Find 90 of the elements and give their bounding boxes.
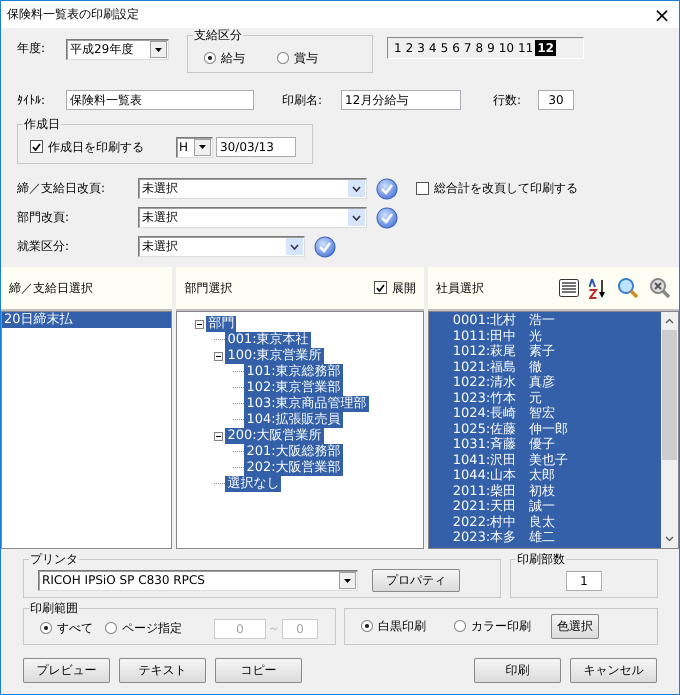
action-button[interactable]: キャンセル — [570, 658, 657, 683]
text-field[interactable]: 30 — [538, 90, 574, 110]
tree-item[interactable]: 部門 — [206, 316, 236, 332]
radio-button[interactable]: すべて — [40, 621, 93, 636]
month-tab[interactable]: 11 — [516, 40, 536, 56]
list-view-icon — [559, 279, 579, 297]
month-tab[interactable]: 1 — [392, 40, 404, 56]
month-tab[interactable]: 6 — [450, 40, 462, 56]
panel-title: 締／支給日選択 — [9, 280, 93, 296]
group-label: 作成日 — [23, 117, 61, 131]
field-label: 印刷名: — [282, 92, 324, 108]
check-icon — [376, 178, 398, 200]
scroll-up-icon — [665, 318, 674, 324]
tree-item[interactable]: 202:大阪営業部 — [244, 460, 343, 476]
group-label: 支給区分 — [193, 28, 243, 42]
search-icon — [617, 277, 639, 299]
dropdown[interactable]: 未選択 — [138, 236, 305, 257]
scrollbar[interactable] — [661, 312, 678, 548]
month-tab[interactable]: 3 — [415, 40, 427, 56]
radio-button[interactable]: ページ指定 — [105, 621, 182, 636]
text-field[interactable]: 保険料一覧表 — [66, 90, 254, 110]
action-button[interactable]: 印刷 — [474, 658, 561, 683]
tree-item[interactable]: 201:大阪総務部 — [244, 444, 343, 460]
radio-button[interactable]: 賞与 — [277, 50, 318, 66]
month-tab[interactable]: 7 — [462, 40, 474, 56]
month-tab[interactable]: 9 — [485, 40, 497, 56]
checkbox[interactable]: 総合計を改頁して印刷する — [416, 181, 578, 196]
month-tab[interactable]: 12 — [535, 40, 556, 56]
tree-item[interactable]: 103:東京商品管理部 — [244, 396, 369, 412]
month-tab[interactable]: 2 — [404, 40, 416, 56]
field-label: 行数: — [493, 92, 522, 108]
collapse-toggle[interactable] — [214, 432, 224, 440]
dropdown[interactable]: H — [176, 136, 213, 158]
panel-title: 社員選択 — [436, 280, 484, 296]
window-title: 保険料一覧表の印刷設定 — [7, 7, 139, 22]
text-field[interactable]: 12月分給与 — [341, 90, 461, 110]
field-label: 部門改頁: — [17, 210, 70, 225]
caret-icon — [344, 578, 351, 582]
tree-item[interactable]: 001:東京本社 — [225, 332, 311, 348]
text-field[interactable]: 1 — [566, 570, 602, 590]
tree-item[interactable]: 100:東京営業所 — [225, 348, 324, 364]
radio-button[interactable]: 給与 — [204, 50, 245, 66]
action-button[interactable]: テキスト — [119, 658, 206, 683]
panel-title: 部門選択 — [184, 280, 232, 296]
collapse-toggle[interactable] — [195, 320, 204, 328]
range-separator: ～ — [268, 621, 280, 636]
properties-button[interactable]: プロパティ — [372, 569, 460, 592]
checkbox[interactable]: 展開 — [374, 280, 416, 296]
field-label: ﾀｲﾄﾙ: — [17, 92, 46, 108]
scroll-down-icon — [665, 536, 674, 542]
tick-icon — [32, 142, 41, 151]
caret-icon — [290, 244, 299, 250]
field-label: 就業区分: — [17, 239, 70, 254]
collapse-toggle[interactable] — [214, 352, 224, 360]
action-button[interactable]: コピー — [215, 658, 302, 683]
list-item[interactable]: 20日締末払 — [2, 312, 172, 328]
group-label: 印刷部数 — [516, 552, 566, 566]
caret-icon — [155, 48, 162, 52]
tick-icon — [376, 284, 385, 292]
dropdown[interactable]: 平成29年度 — [66, 39, 169, 60]
text-field[interactable]: 30/03/13 — [216, 137, 296, 157]
dropdown[interactable]: 未選択 — [138, 207, 367, 228]
month-tab[interactable]: 8 — [473, 40, 486, 56]
field-label: 締／支給日改頁: — [17, 181, 106, 196]
tree-item[interactable]: 101:東京総務部 — [244, 364, 343, 380]
tree-item[interactable]: 102:東京営業部 — [244, 380, 343, 396]
close-button[interactable]: × — [645, 2, 679, 28]
check-icon — [376, 206, 398, 228]
month-tab[interactable]: 10 — [496, 40, 516, 56]
tree-item[interactable]: 選択なし — [225, 476, 282, 492]
sort-icon — [589, 277, 607, 299]
radio-button[interactable]: カラー印刷 — [454, 619, 531, 634]
tree-item[interactable]: 200:大阪営業所 — [225, 428, 324, 444]
check-icon — [314, 236, 336, 258]
group-label: 印刷範囲 — [29, 601, 79, 615]
checkbox[interactable]: 作成日を印刷する — [30, 140, 144, 154]
tree-item[interactable]: 104:拡張販売員 — [244, 412, 343, 428]
radio-button[interactable]: 白黒印刷 — [361, 619, 426, 634]
month-tab[interactable]: 5 — [438, 40, 450, 56]
dropdown[interactable]: 未選択 — [138, 178, 367, 199]
caret-icon — [199, 145, 206, 149]
month-tab[interactable]: 4 — [426, 40, 439, 56]
caret-icon — [352, 214, 361, 220]
caret-icon — [352, 186, 361, 192]
clear-search-icon — [649, 277, 671, 299]
color-select-button[interactable]: 色選択 — [551, 614, 599, 639]
field-label: 年度: — [17, 41, 46, 56]
action-button[interactable]: プレビュー — [23, 658, 110, 683]
group-label: プリンタ — [29, 552, 79, 566]
dropdown[interactable]: RICOH IPSiO SP C830 RPCS — [38, 570, 358, 591]
